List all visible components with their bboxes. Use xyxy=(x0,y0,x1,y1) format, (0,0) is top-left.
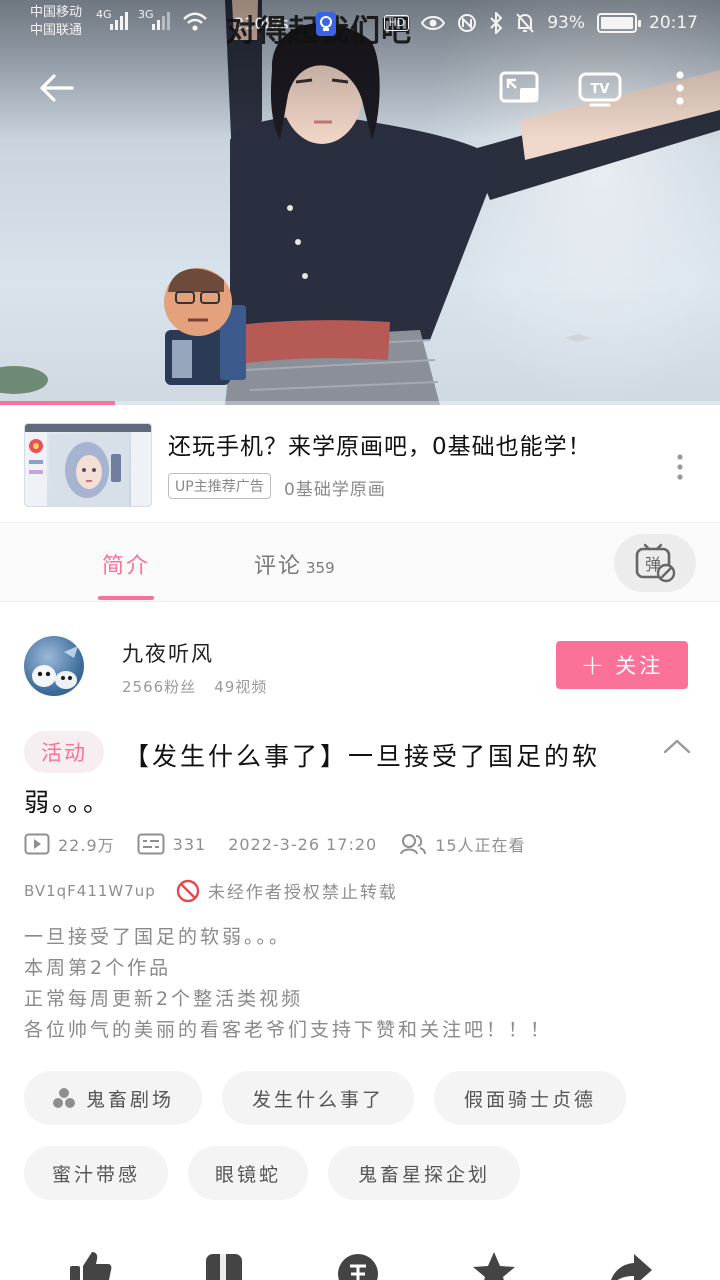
share-button[interactable] xyxy=(606,1250,654,1280)
people-watching-icon xyxy=(400,834,427,855)
coin-icon xyxy=(206,1254,242,1280)
follow-label: 关注 xyxy=(615,654,664,678)
thumbs-up-icon xyxy=(70,1252,112,1280)
description-line: 正常每周更新2个整活类视频 xyxy=(24,988,304,1010)
hd-badge: HD xyxy=(384,15,410,31)
battery-icon xyxy=(597,13,641,33)
uploader-stats: 2566粉丝 49视频 xyxy=(122,676,267,697)
video-title: 【发生什么事了】一旦接受了国足的软弱。。。 xyxy=(24,742,601,817)
copyright-notice: 未经作者授权禁止转载 xyxy=(176,878,398,903)
clock: 20:17 xyxy=(649,13,698,33)
ad-badge: UP主推荐广告 xyxy=(168,473,271,499)
plus-icon: + xyxy=(580,648,608,681)
tv-cast-button[interactable]: TV xyxy=(576,66,624,110)
video-stats-row: 22.9万 331 2022-3-26 17:20 15人正在看 xyxy=(24,832,548,856)
tag-chip[interactable]: 蜜汁带感 xyxy=(24,1146,168,1200)
danmaku-count-value: 331 xyxy=(172,834,207,854)
tv-icon: TV xyxy=(578,72,622,107)
danmaku-count: 331 xyxy=(137,833,207,855)
uploader-avatar[interactable] xyxy=(24,636,84,696)
tag-chip[interactable]: 眼镜蛇 xyxy=(188,1146,308,1200)
more-vertical-icon xyxy=(676,71,684,105)
screencast-button[interactable] xyxy=(496,66,544,110)
carrier-1: 中国移动 xyxy=(30,5,83,20)
uploader-name[interactable]: 九夜听风 xyxy=(122,638,214,668)
ad-thumbnail[interactable] xyxy=(24,423,152,507)
chevron-up-icon xyxy=(663,739,691,754)
video-description: 一旦接受了国足的软弱。。。 本周第2个作品 正常每周更新2个整活类视频 各位帅气… xyxy=(24,922,552,1046)
uploader-videos: 49视频 xyxy=(214,678,268,696)
description-line: 本周第2个作品 xyxy=(24,957,172,979)
tab-comments-label: 评论 xyxy=(254,554,303,579)
share-arrow-icon xyxy=(611,1254,652,1280)
tag-chip[interactable]: 发生什么事了 xyxy=(222,1071,414,1125)
player-more-button[interactable] xyxy=(664,66,696,110)
carrier-2: 中国联通 xyxy=(30,23,83,38)
nfc-icon xyxy=(458,14,477,32)
video-player[interactable]: 中国移动 中国联通 4G 3G 210K/s 对得起我们吧 HD xyxy=(0,0,720,405)
collapse-description-button[interactable] xyxy=(662,734,692,758)
wifi-icon xyxy=(183,12,207,31)
bvid[interactable]: BV1qF411W7up xyxy=(24,882,156,900)
tab-comments[interactable]: 评论 359 xyxy=(254,548,335,580)
description-line: 各位帅气的美丽的看客老爷们支持下赞和关注吧！！！ xyxy=(24,1019,553,1041)
carrier-labels: 中国移动 中国联通 xyxy=(30,4,82,40)
tag-label: 鬼畜剧场 xyxy=(85,1088,174,1111)
play-count-icon xyxy=(24,833,50,855)
tag-chip[interactable]: 鬼畜星探企划 xyxy=(328,1146,520,1200)
tab-bar: 简介 评论 359 弹 xyxy=(0,524,720,602)
watching-now-value: 15人正在看 xyxy=(435,836,526,855)
tab-comments-count: 359 xyxy=(306,559,335,577)
danmaku-toggle-button[interactable]: 弹 xyxy=(614,534,696,592)
channel-icon xyxy=(52,1088,75,1108)
lightbulb-icon xyxy=(316,12,336,36)
coin-button[interactable] xyxy=(200,1250,248,1280)
status-bar: 中国移动 中国联通 4G 3G 210K/s 对得起我们吧 HD xyxy=(0,0,720,49)
uploader-fans: 2566粉丝 xyxy=(122,678,197,696)
tab-active-indicator xyxy=(98,596,154,600)
tag-chip[interactable]: 鬼畜剧场 xyxy=(24,1071,202,1125)
ad-thumbnail-image xyxy=(25,424,151,506)
battery-percent: 93% xyxy=(547,13,585,33)
danmaku-count-icon xyxy=(137,833,165,855)
publish-date: 2022-3-26 17:20 xyxy=(228,834,378,854)
view-count-value: 22.9万 xyxy=(58,836,115,855)
coin-yen-icon xyxy=(338,1254,378,1280)
signal-icon-2 xyxy=(152,12,170,30)
picture-in-picture-icon xyxy=(499,71,539,103)
back-arrow-icon xyxy=(40,74,74,102)
tag-chip[interactable]: 假面骑士贞德 xyxy=(434,1071,626,1125)
forbidden-icon xyxy=(176,879,200,902)
avatar-image xyxy=(32,646,78,689)
star-button[interactable] xyxy=(470,1250,518,1280)
description-line: 一旦接受了国足的软弱。。。 xyxy=(24,926,292,948)
ad-subtitle: 0基础学原画 xyxy=(284,480,386,500)
signal-icon xyxy=(110,12,128,30)
back-button[interactable] xyxy=(34,66,78,110)
ad-more-button[interactable] xyxy=(672,452,688,482)
status-right-group: HD 93% 20:17 xyxy=(384,12,698,34)
favorite-coin-button[interactable] xyxy=(334,1250,382,1280)
tab-intro[interactable]: 简介 xyxy=(102,548,150,580)
ad-banner[interactable]: 还玩手机？来学原画吧，0基础也能学！ UP主推荐广告 0基础学原画 xyxy=(0,405,720,523)
mute-bell-icon xyxy=(516,13,534,33)
watching-now: 15人正在看 xyxy=(399,832,525,856)
copyright-notice-text: 未经作者授权禁止转载 xyxy=(207,883,398,903)
follow-button[interactable]: + 关注 xyxy=(556,641,688,689)
ad-title[interactable]: 还玩手机？来学原画吧，0基础也能学！ xyxy=(168,427,592,461)
danmaku-off-icon: 弹 xyxy=(635,543,676,583)
bluetooth-icon xyxy=(490,12,503,34)
svg-text:TV: TV xyxy=(591,82,610,97)
bvid-row: BV1qF411W7up 未经作者授权禁止转载 xyxy=(24,878,398,903)
view-count: 22.9万 xyxy=(24,832,115,856)
like-button[interactable] xyxy=(66,1250,114,1280)
more-vertical-icon xyxy=(677,454,683,480)
eye-icon xyxy=(421,16,446,30)
star-icon xyxy=(473,1252,515,1280)
